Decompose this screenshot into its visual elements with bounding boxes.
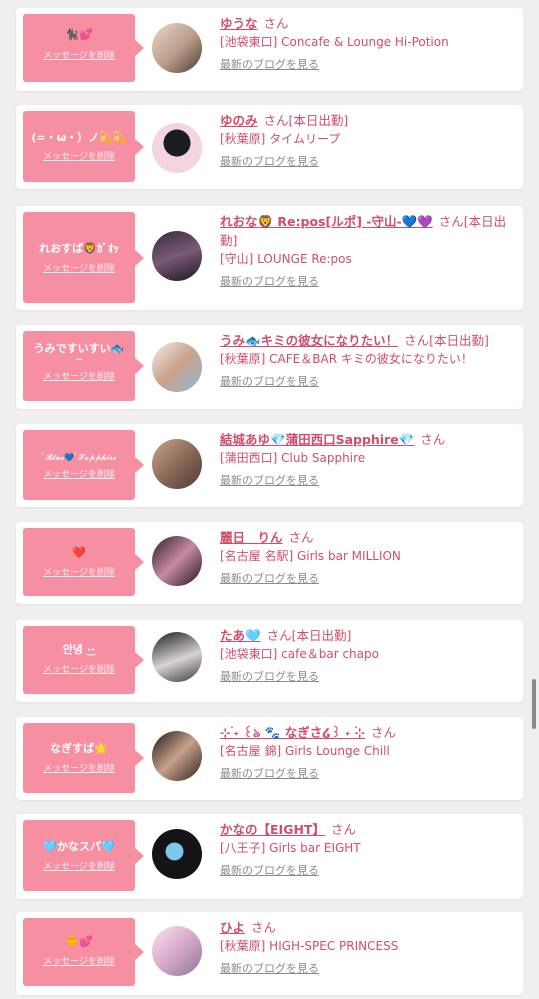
honorific: さん — [266, 628, 292, 643]
latest-blog-link[interactable]: 最新のブログを見る — [220, 273, 319, 289]
cast-name-link[interactable]: 麗日 りん — [220, 530, 283, 545]
list-item: 🐈‍⬛💕 メッセージを削除 ゆうな さん [池袋東口] Concafe & Lou… — [16, 8, 523, 91]
honorific: さん — [288, 530, 314, 545]
shop-name: [池袋東口] Concafe & Lounge Hi-Potion — [220, 35, 449, 49]
message-text: うみですいすい🐟 — [33, 342, 125, 355]
cast-name-link[interactable]: かなの【EIGHT】 — [220, 822, 325, 837]
message-text: 🐈‍⬛💕 — [65, 28, 93, 41]
list-item: 🩵かなスパ🩵 メッセージを削除 かなの【EIGHT】 さん [八王子] Girls… — [16, 814, 523, 899]
list-item: ﾟ𝓑𝓵𝓾𝓮💙ﾟ𝓢𝓪𝓹𝓹𝓱𝓲𝓻𝓮 メッセージを削除 結城あゆ💎蒲田西口Sapphi… — [16, 424, 523, 507]
attendance-badge: [本日出勤] — [429, 333, 489, 348]
shop-name: [秋葉原] HIGH-SPEC PRINCESS — [220, 939, 399, 953]
shop-name: [守山] LOUNGE Re:pos — [220, 252, 352, 266]
shop-name: [名古屋 錦] Girls Lounge Chill — [220, 744, 390, 758]
honorific: さん — [420, 432, 446, 447]
latest-blog-link[interactable]: 最新のブログを見る — [220, 153, 319, 169]
list-item: (=・ω・）ノ💫💫 メッセージを削除 ゆのみ さん[本日出勤] [秋葉原] タイム… — [16, 105, 523, 189]
list-item: 🐥💕 メッセージを削除 ひよ さん [秋葉原] HIGH-SPEC PRINCES… — [16, 912, 523, 995]
cast-name-link[interactable]: ⊹ ࣪˖ ꒰ঌ 🐾 なぎさ໒꒱ ˖ ࣪⊹ — [220, 725, 365, 740]
avatar[interactable] — [152, 536, 202, 586]
delete-message-link[interactable]: メッセージを削除 — [23, 149, 135, 162]
honorific: さん — [371, 725, 397, 740]
honorific: さん — [404, 333, 430, 348]
delete-message-link[interactable]: メッセージを削除 — [23, 48, 135, 61]
latest-blog-link[interactable]: 最新のブログを見る — [220, 570, 319, 586]
delete-message-link[interactable]: メッセージを削除 — [23, 761, 135, 774]
shop-name: [八王子] Girls bar EIGHT — [220, 841, 361, 855]
message-text: 안녕 ·͜· — [62, 643, 96, 656]
message-text: (=・ω・）ノ💫💫 — [31, 131, 127, 144]
message-bubble: なぎすば🌟 メッセージを削除 — [23, 723, 144, 793]
delete-message-link[interactable]: メッセージを削除 — [23, 565, 135, 578]
avatar[interactable] — [152, 632, 202, 682]
latest-blog-link[interactable]: 最新のブログを見る — [220, 56, 319, 72]
message-bubble: 안녕 ·͜· メッセージを削除 — [23, 626, 144, 694]
honorific: さん — [263, 16, 289, 31]
list-item: ❤️ メッセージを削除 麗日 りん さん [名古屋 名駅] Girls bar M… — [16, 522, 523, 604]
attendance-badge: [本日出勤] — [288, 113, 349, 128]
list-item: れおすば🦁ｶﾞｵｯ メッセージを削除 れおな🦁 Re:pos[ルポ] -守山-💙… — [16, 206, 523, 310]
latest-blog-link[interactable]: 最新のブログを見る — [220, 862, 319, 878]
message-text: 🐥💕 — [65, 935, 93, 948]
scrollbar[interactable] — [532, 679, 536, 729]
message-text: 🩵かなスパ🩵 — [43, 840, 115, 853]
delete-message-link[interactable]: メッセージを削除 — [23, 261, 135, 274]
honorific: さん — [263, 113, 289, 128]
avatar[interactable] — [152, 342, 202, 392]
cast-name-link[interactable]: うみ🐟キミの彼女になりたい！ — [220, 333, 398, 348]
avatar[interactable] — [152, 829, 202, 879]
avatar[interactable] — [152, 231, 202, 281]
message-bubble: 🐥💕 メッセージを削除 — [23, 918, 144, 986]
shop-name: [秋葉原] CAFE＆BAR キミの彼女になりたい！ — [220, 352, 473, 366]
avatar[interactable] — [152, 731, 202, 781]
cast-name-link[interactable]: れおな🦁 Re:pos[ルポ] -守山-💙💜 — [220, 214, 433, 229]
cast-name-link[interactable]: ひよ — [220, 920, 245, 935]
delete-message-link[interactable]: メッセージを削除 — [23, 859, 135, 872]
avatar[interactable] — [152, 23, 202, 73]
latest-blog-link[interactable]: 最新のブログを見る — [220, 373, 319, 389]
cast-name-link[interactable]: ゆうな — [220, 16, 258, 31]
message-bubble: ﾟ𝓑𝓵𝓾𝓮💙ﾟ𝓢𝓪𝓹𝓹𝓱𝓲𝓻𝓮 メッセージを削除 — [23, 430, 144, 500]
message-text: ﾟ𝓑𝓵𝓾𝓮💙ﾟ𝓢𝓪𝓹𝓹𝓱𝓲𝓻𝓮 — [41, 453, 117, 462]
cast-name-link[interactable]: ゆのみ — [220, 113, 258, 128]
message-bubble: ❤️ メッセージを削除 — [23, 528, 144, 596]
latest-blog-link[interactable]: 最新のブログを見る — [220, 960, 319, 976]
message-text: なぎすば🌟 — [50, 742, 108, 755]
delete-message-link[interactable]: メッセージを削除 — [23, 954, 135, 967]
delete-message-link[interactable]: メッセージを削除 — [23, 467, 135, 480]
message-text: れおすば🦁ｶﾞｵｯ — [39, 242, 119, 255]
message-bubble: うみですいすい🐟 ~ メッセージを削除 — [23, 331, 144, 401]
honorific: さん — [251, 920, 277, 935]
honorific: さん — [438, 214, 464, 229]
shop-name: [蒲田西口] Club Sapphire — [220, 451, 366, 465]
avatar[interactable] — [152, 123, 202, 173]
cast-name-link[interactable]: 結城あゆ💎蒲田西口Sapphire💎 — [220, 432, 414, 447]
delete-message-link[interactable]: メッセージを削除 — [23, 369, 135, 382]
avatar[interactable] — [152, 926, 202, 976]
list-item: うみですいすい🐟 ~ メッセージを削除 うみ🐟キミの彼女になりたい！ さん[本日出… — [16, 325, 523, 409]
shop-name: [名古屋 名駅] Girls bar MILLION — [220, 549, 401, 563]
honorific: さん — [330, 822, 356, 837]
avatar[interactable] — [152, 439, 202, 489]
message-text: ❤️ — [72, 546, 86, 559]
attendance-badge: [本日出勤] — [291, 628, 352, 643]
message-bubble: 🐈‍⬛💕 メッセージを削除 — [23, 14, 144, 82]
list-item: 안녕 ·͜· メッセージを削除 たあ🩵 さん[本日出勤] [池袋東口] cafe＆… — [16, 620, 523, 702]
latest-blog-link[interactable]: 最新のブログを見る — [220, 668, 319, 684]
message-text-line2: ~ — [75, 356, 83, 365]
latest-blog-link[interactable]: 最新のブログを見る — [220, 472, 319, 488]
message-bubble: れおすば🦁ｶﾞｵｯ メッセージを削除 — [23, 212, 144, 303]
message-bubble: (=・ω・）ノ💫💫 メッセージを削除 — [23, 111, 144, 182]
cast-name-link[interactable]: たあ🩵 — [220, 628, 261, 643]
latest-blog-link[interactable]: 最新のブログを見る — [220, 765, 319, 781]
message-bubble: 🩵かなスパ🩵 メッセージを削除 — [23, 820, 144, 891]
shop-name: [秋葉原] タイムリープ — [220, 132, 341, 146]
shop-name: [池袋東口] cafe＆bar chapo — [220, 647, 379, 661]
delete-message-link[interactable]: メッセージを削除 — [23, 662, 135, 675]
list-item: なぎすば🌟 メッセージを削除 ⊹ ࣪˖ ꒰ঌ 🐾 なぎさ໒꒱ ˖ ࣪⊹ さん [名… — [16, 717, 523, 800]
